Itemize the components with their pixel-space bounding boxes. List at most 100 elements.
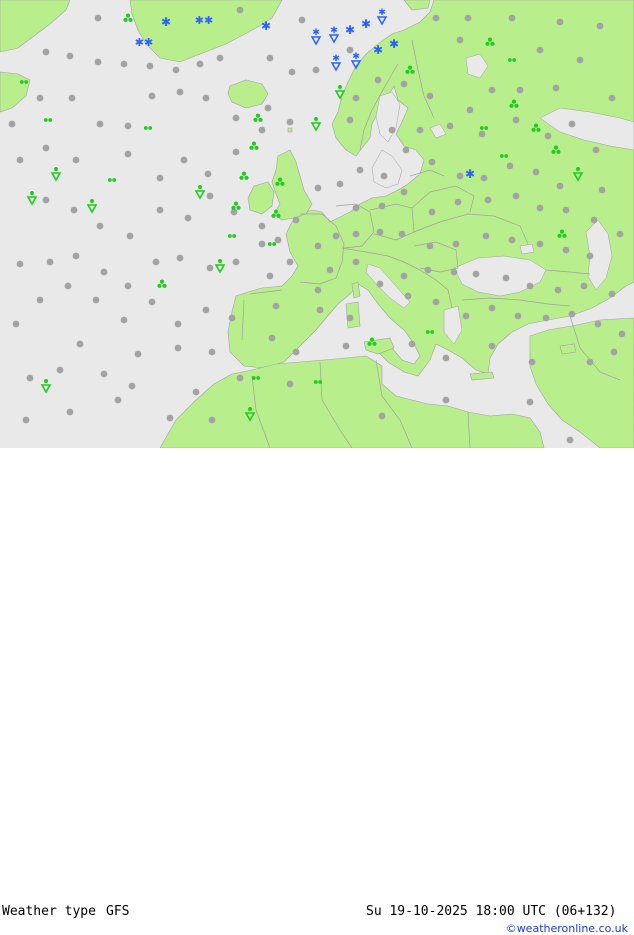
shower-arrow-icon: [26, 191, 38, 206]
no-weather-dot-icon: [232, 148, 240, 156]
no-weather-dot-icon: [176, 254, 184, 262]
drizzle-icon: [227, 234, 237, 238]
no-weather-dot-icon: [292, 216, 300, 224]
no-weather-dot-icon: [22, 416, 30, 424]
no-weather-dot-icon: [196, 60, 204, 68]
no-weather-dot-icon: [258, 126, 266, 134]
no-weather-dot-icon: [94, 14, 102, 22]
no-weather-dot-icon: [594, 320, 602, 328]
land-ireland: [247, 181, 275, 215]
no-weather-dot-icon: [488, 304, 496, 312]
no-weather-dot-icon: [274, 236, 282, 244]
land-canada: [0, 0, 71, 53]
no-weather-dot-icon: [174, 344, 182, 352]
shower-arrow-icon: [86, 199, 98, 214]
no-weather-dot-icon: [216, 54, 224, 62]
no-weather-dot-icon: [508, 14, 516, 22]
no-weather-dot-icon: [462, 312, 470, 320]
no-weather-dot-icon: [336, 180, 344, 188]
no-weather-dot-icon: [114, 396, 122, 404]
no-weather-dot-icon: [96, 222, 104, 230]
no-weather-dot-icon: [236, 6, 244, 14]
no-weather-dot-icon: [374, 76, 382, 84]
snow-icon: ✱: [261, 19, 271, 33]
no-weather-dot-icon: [208, 348, 216, 356]
snow-shower-icon: ✱: [310, 28, 322, 46]
no-weather-dot-icon: [566, 436, 574, 444]
no-weather-dot-icon: [120, 60, 128, 68]
no-weather-dot-icon: [552, 84, 560, 92]
no-weather-dot-icon: [610, 348, 618, 356]
land-iceland: [227, 79, 269, 109]
credit-link[interactable]: ©weatheronline.co.uk: [506, 922, 628, 935]
no-weather-dot-icon: [206, 192, 214, 200]
no-weather-dot-icon: [76, 340, 84, 348]
no-weather-dot-icon: [480, 174, 488, 182]
no-weather-dot-icon: [228, 314, 236, 322]
snow-icon: ✱: [161, 15, 171, 29]
no-weather-dot-icon: [314, 242, 322, 250]
drizzle-icon: [143, 126, 153, 130]
no-weather-dot-icon: [536, 204, 544, 212]
no-weather-dot-icon: [16, 156, 24, 164]
no-weather-dot-icon: [8, 120, 16, 128]
no-weather-dot-icon: [124, 122, 132, 130]
no-weather-dot-icon: [376, 280, 384, 288]
no-weather-dot-icon: [36, 94, 44, 102]
no-weather-dot-icon: [586, 252, 594, 260]
no-weather-dot-icon: [454, 198, 462, 206]
no-weather-dot-icon: [156, 206, 164, 214]
no-weather-dot-icon: [466, 106, 474, 114]
weather-map: ✱ ✱ ✱ ✱ ✱ ✱ ✱ ✱✱ ✱✱ ✱ ✱ ✱ ✱ ✱: [0, 0, 634, 448]
no-weather-dot-icon: [176, 88, 184, 96]
no-weather-dot-icon: [512, 116, 520, 124]
svg-text:✱: ✱: [261, 19, 271, 33]
shower-arrow-icon: [214, 259, 226, 274]
no-weather-dot-icon: [400, 272, 408, 280]
no-weather-dot-icon: [126, 232, 134, 240]
no-weather-dot-icon: [100, 370, 108, 378]
no-weather-dot-icon: [292, 348, 300, 356]
no-weather-dot-icon: [590, 216, 598, 224]
sea-baltic: [371, 149, 403, 189]
no-weather-dot-icon: [542, 314, 550, 322]
no-weather-dot-icon: [124, 282, 132, 290]
no-weather-dot-icon: [26, 374, 34, 382]
no-weather-dot-icon: [378, 202, 386, 210]
no-weather-dot-icon: [556, 18, 564, 26]
no-weather-dot-icon: [568, 310, 576, 318]
map-footer: Weather type GFS Su 19-10-2025 18:00 UTC…: [0, 448, 634, 935]
snow-shower-icon: ✱: [376, 8, 388, 26]
no-weather-dot-icon: [402, 146, 410, 154]
shower-arrow-icon: [194, 185, 206, 200]
svg-text:✱: ✱: [373, 43, 383, 57]
no-weather-dot-icon: [172, 66, 180, 74]
no-weather-dot-icon: [204, 170, 212, 178]
no-weather-dot-icon: [532, 168, 540, 176]
no-weather-dot-icon: [380, 172, 388, 180]
no-weather-dot-icon: [266, 54, 274, 62]
no-weather-dot-icon: [408, 340, 416, 348]
sea-azov: [519, 243, 535, 255]
no-weather-dot-icon: [166, 414, 174, 422]
no-weather-dot-icon: [580, 282, 588, 290]
no-weather-dot-icon: [268, 334, 276, 342]
drizzle-icon: [107, 178, 117, 182]
no-weather-dot-icon: [442, 396, 450, 404]
no-weather-dot-icon: [232, 258, 240, 266]
no-weather-dot-icon: [96, 120, 104, 128]
svg-text:✱: ✱: [161, 15, 171, 29]
no-weather-dot-icon: [416, 126, 424, 134]
no-weather-dot-icon: [432, 14, 440, 22]
no-weather-dot-icon: [148, 298, 156, 306]
valid-time-label: Su 19-10-2025 18:00 UTC (06+132): [366, 904, 617, 919]
no-weather-dot-icon: [446, 122, 454, 130]
snow-shower-icon: ✱: [330, 54, 342, 72]
no-weather-dot-icon: [432, 298, 440, 306]
no-weather-dot-icon: [616, 230, 624, 238]
no-weather-dot-icon: [512, 192, 520, 200]
product-label: Weather type: [2, 904, 96, 919]
no-weather-dot-icon: [16, 260, 24, 268]
no-weather-dot-icon: [426, 242, 434, 250]
no-weather-dot-icon: [184, 214, 192, 222]
